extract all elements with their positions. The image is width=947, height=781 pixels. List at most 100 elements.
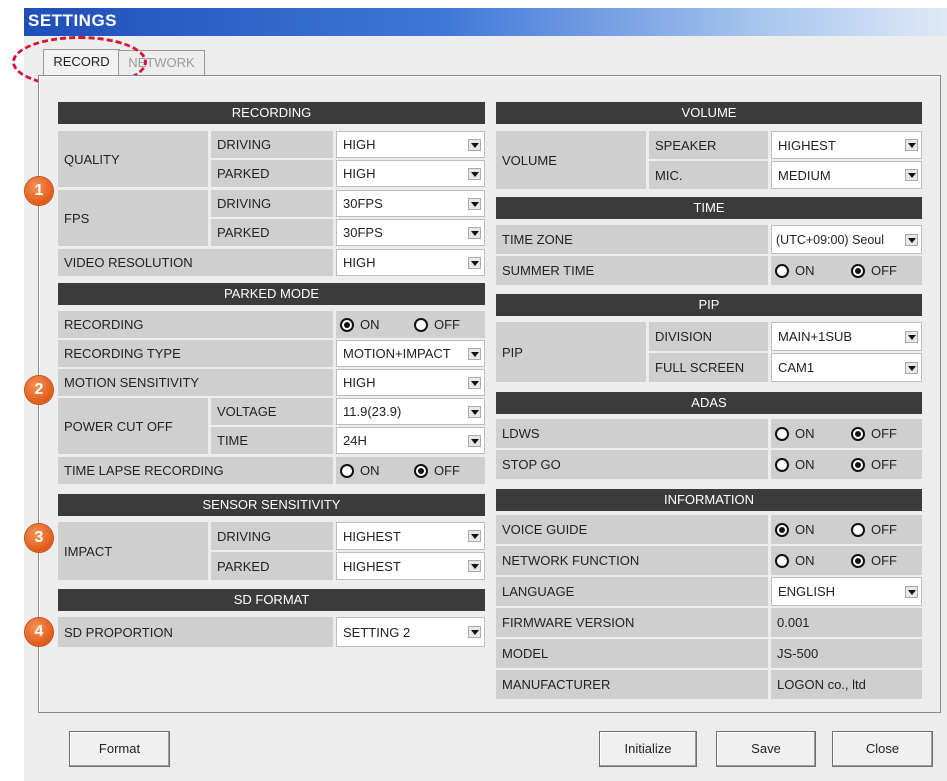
impact-parked-label: PARKED [211, 552, 333, 580]
chevron-down-icon [468, 256, 481, 269]
time-select[interactable]: 24H [336, 427, 485, 454]
section-header-information: INFORMATION [496, 489, 922, 511]
fps-driving-select[interactable]: 30FPS [336, 190, 485, 217]
ldws-label: LDWS [496, 419, 768, 448]
voice-guide-label: VOICE GUIDE [496, 515, 768, 544]
voltage-select[interactable]: 11.9(23.9) [336, 398, 485, 425]
language-select[interactable]: ENGLISH [771, 577, 922, 606]
fullscreen-value: CAM1 [778, 360, 815, 375]
network-on-radio[interactable]: ON [775, 553, 815, 568]
ldws-off-radio[interactable]: OFF [851, 426, 897, 441]
sd-proportion-select[interactable]: SETTING 2 [336, 617, 485, 647]
summer-time-label: SUMMER TIME [496, 256, 768, 285]
section-header-sensor-sensitivity: SENSOR SENSITIVITY [58, 494, 485, 516]
section-header-time: TIME [496, 197, 922, 219]
section-header-recording: RECORDING [58, 102, 485, 124]
quality-parked-select[interactable]: HIGH [336, 160, 485, 187]
summer-on-radio[interactable]: ON [775, 263, 815, 278]
stopgo-on-radio[interactable]: ON [775, 457, 815, 472]
stopgo-off-radio[interactable]: OFF [851, 457, 897, 472]
summer-off-label: OFF [871, 263, 897, 278]
voltage-value: 11.9(23.9) [343, 404, 402, 419]
motion-sensitivity-value: HIGH [343, 375, 376, 390]
section-header-pip: PIP [496, 294, 922, 316]
step-badge-3: 3 [25, 524, 53, 552]
chevron-down-icon [905, 169, 918, 181]
section-header-adas: ADAS [496, 392, 922, 414]
time-value: 24H [343, 433, 367, 448]
network-function-radio-group: ON OFF [771, 546, 922, 575]
time-lapse-off-radio[interactable]: OFF [414, 463, 460, 478]
impact-driving-select[interactable]: HIGHEST [336, 522, 485, 550]
manufacturer-label: MANUFACTURER [496, 670, 768, 699]
video-resolution-value: HIGH [343, 255, 376, 270]
radio-unselected-icon [414, 317, 428, 332]
quality-driving-value: HIGH [343, 137, 376, 152]
impact-driving-label: DRIVING [211, 522, 333, 550]
step-badge-1: 1 [25, 177, 53, 205]
time-lapse-on-radio[interactable]: ON [340, 463, 380, 478]
fullscreen-select[interactable]: CAM1 [771, 353, 922, 382]
radio-selected-icon [851, 426, 865, 441]
chevron-down-icon [468, 226, 481, 239]
speaker-select[interactable]: HIGHEST [771, 131, 922, 159]
pip-label: PIP [496, 322, 646, 382]
speaker-label: SPEAKER [649, 131, 768, 159]
voice-on-radio[interactable]: ON [775, 522, 815, 537]
chevron-down-icon [468, 405, 481, 418]
radio-selected-icon [851, 553, 865, 568]
stopgo-label: STOP GO [496, 450, 768, 479]
save-button[interactable]: Save [716, 731, 816, 767]
summer-off-radio[interactable]: OFF [851, 263, 897, 278]
parked-recording-off-radio[interactable]: OFF [414, 317, 460, 332]
video-resolution-select[interactable]: HIGH [336, 249, 485, 276]
chevron-down-icon [468, 167, 481, 180]
close-button[interactable]: Close [832, 731, 933, 767]
chevron-down-icon [468, 138, 481, 151]
sd-proportion-label: SD PROPORTION [58, 617, 333, 647]
division-select[interactable]: MAIN+1SUB [771, 322, 922, 351]
time-label: TIME [211, 427, 333, 454]
radio-selected-icon [851, 457, 865, 472]
recording-type-label: RECORDING TYPE [58, 340, 333, 367]
timezone-select[interactable]: (UTC+09:00) Seoul [771, 225, 922, 254]
radio-unselected-icon [775, 426, 789, 441]
recording-type-select[interactable]: MOTION+IMPACT [336, 340, 485, 367]
manufacturer-value: LOGON co., ltd [771, 670, 922, 699]
time-lapse-label: TIME LAPSE RECORDING [58, 457, 333, 484]
title-bar: SETTINGS [24, 8, 947, 36]
volume-label: VOLUME [496, 131, 646, 189]
time-lapse-on-label: ON [360, 463, 380, 478]
chevron-down-icon [468, 530, 481, 542]
window-title: SETTINGS [28, 11, 118, 30]
mic-select[interactable]: MEDIUM [771, 161, 922, 189]
fps-parked-select[interactable]: 30FPS [336, 219, 485, 246]
format-button[interactable]: Format [69, 731, 170, 767]
parked-recording-on-radio[interactable]: ON [340, 317, 380, 332]
firmware-version-label: FIRMWARE VERSION [496, 608, 768, 637]
network-off-radio[interactable]: OFF [851, 553, 897, 568]
parked-recording-radio-group: ON OFF [336, 311, 485, 338]
time-lapse-radio-group: ON OFF [336, 457, 485, 484]
voice-off-radio[interactable]: OFF [851, 522, 897, 537]
fps-parked-value: 30FPS [343, 225, 383, 240]
stopgo-on-label: ON [795, 457, 815, 472]
model-label: MODEL [496, 639, 768, 668]
initialize-button[interactable]: Initialize [599, 731, 697, 767]
motion-sensitivity-label: MOTION SENSITIVITY [58, 369, 333, 396]
chevron-down-icon [905, 361, 918, 374]
radio-unselected-icon [340, 463, 354, 478]
impact-parked-select[interactable]: HIGHEST [336, 552, 485, 580]
impact-parked-value: HIGHEST [343, 558, 401, 574]
parked-recording-off-label: OFF [434, 317, 460, 332]
motion-sensitivity-select[interactable]: HIGH [336, 369, 485, 396]
fps-driving-value: 30FPS [343, 196, 383, 211]
ldws-on-radio[interactable]: ON [775, 426, 815, 441]
voice-guide-radio-group: ON OFF [771, 515, 922, 544]
parked-recording-label: RECORDING [58, 311, 333, 338]
chevron-down-icon [468, 626, 481, 638]
ldws-radio-group: ON OFF [771, 419, 922, 448]
quality-driving-select[interactable]: HIGH [336, 131, 485, 158]
network-off-label: OFF [871, 553, 897, 568]
fullscreen-label: FULL SCREEN [649, 353, 768, 382]
